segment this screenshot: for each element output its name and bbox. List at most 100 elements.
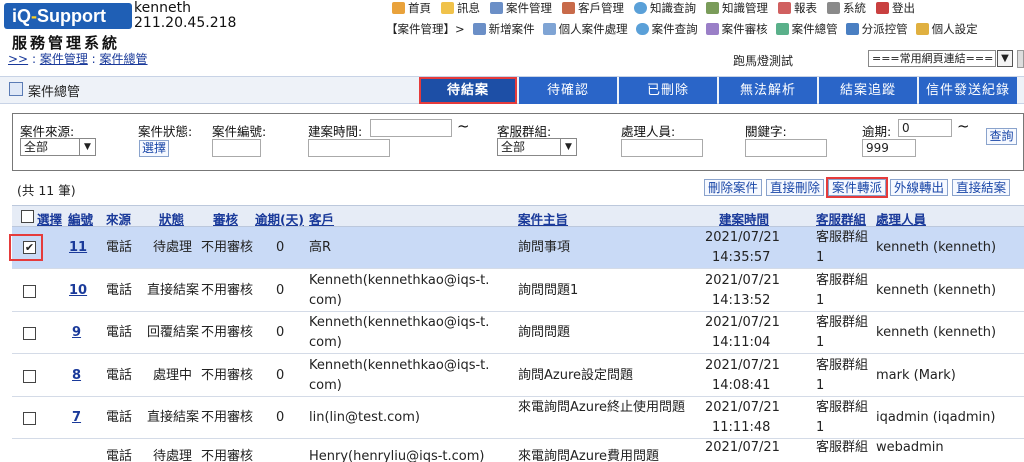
table-row[interactable]: 7 電話 直接結案 不用審核 0 lin(lin@test.com) 來電詢問A… [12, 397, 1024, 439]
col-status[interactable]: 狀態 [159, 209, 184, 228]
tab-unresolvable[interactable]: 無法解析 [719, 77, 817, 104]
col-customer[interactable]: 客戶 [309, 209, 334, 228]
handler-label: 處理人員: [621, 124, 676, 139]
chevron-down-icon: ▼ [560, 139, 576, 155]
handler-input[interactable] [621, 139, 703, 157]
overdue-from-input[interactable]: 0 [898, 119, 952, 137]
case-created-time: 14:08:41 [712, 378, 771, 393]
keyword-input[interactable] [745, 139, 827, 157]
created-from-input[interactable] [370, 119, 452, 137]
row-checkbox[interactable] [23, 370, 36, 383]
subnav-case-review[interactable]: 案件審核 [705, 21, 768, 37]
breadcrumb-case-overview[interactable]: 案件總管 [100, 52, 148, 66]
iq-support-logo[interactable]: iQ-Support [4, 3, 132, 29]
breadcrumb-case-management[interactable]: 案件管理 [40, 52, 88, 66]
col-review[interactable]: 審核 [213, 209, 238, 228]
case-status: 處理中 [153, 368, 193, 383]
source-select[interactable]: 全部 ▼ [20, 138, 96, 156]
search-button[interactable]: 查詢 [986, 128, 1017, 145]
case-number-input[interactable] [212, 139, 261, 157]
col-overdue[interactable]: 逾期(天) [255, 209, 304, 228]
row-checkbox[interactable] [23, 412, 36, 425]
breadcrumb-root-link[interactable]: >> [8, 52, 28, 66]
row-checkbox[interactable] [23, 327, 36, 340]
select-all-checkbox[interactable] [21, 210, 34, 223]
case-number-link[interactable]: 7 [72, 408, 81, 428]
table-row[interactable]: 9 電話 回覆結案 不用審核 0 Kenneth(kennethkao@iqs-… [12, 312, 1024, 354]
quick-links-select[interactable]: ===常用網頁連結=== [868, 50, 996, 67]
selection-highlight [9, 234, 43, 261]
page-title: 案件總管 [28, 85, 81, 100]
nav-case-management[interactable]: 案件管理 [490, 0, 552, 16]
chart-icon [778, 2, 791, 14]
subnav-personal-settings-label: 個人設定 [931, 22, 978, 36]
nav-customer-management[interactable]: 客戶管理 [562, 0, 624, 16]
nav-system[interactable]: 系統 [827, 0, 866, 16]
col-number[interactable]: 編號 [68, 209, 93, 228]
table-row[interactable]: ✔ 11 電話 待處理 不用審核 0 高R 詢問事項 2021/07/21 14… [12, 227, 1024, 269]
marquee-text: 跑馬燈測試 [733, 54, 794, 68]
tab-deleted[interactable]: 已刪除 [619, 77, 717, 104]
nav-messages[interactable]: 訊息 [441, 0, 480, 16]
direct-delete-button[interactable]: 直接刪除 [766, 179, 825, 196]
document-icon [490, 2, 503, 14]
col-subject[interactable]: 案件主旨 [518, 209, 568, 228]
nav-messages-label: 訊息 [457, 1, 480, 15]
case-customer: Kenneth(kennethkao@iqs-t.com) [309, 315, 490, 350]
tab-pending-close[interactable]: 待結案 [419, 77, 517, 104]
case-number-label: 案件編號: [212, 124, 267, 139]
case-group: 客服群組 [816, 358, 869, 373]
nav-reports[interactable]: 報表 [778, 0, 817, 16]
subnav-personal-cases[interactable]: 個人案件處理 [542, 21, 628, 37]
table-row[interactable]: 電話 待處理 不用審核 Henry(henryliu@iqs-t.com) 來電… [12, 439, 1024, 462]
case-subject: 來電詢問Azure終止使用問題 [518, 400, 686, 415]
created-to-input[interactable] [308, 139, 390, 157]
table-row[interactable]: 10 電話 直接結案 不用審核 0 Kenneth(kennethkao@iqs… [12, 269, 1024, 312]
envelope-icon [441, 2, 454, 14]
external-transfer-button[interactable]: 外線轉出 [890, 179, 949, 196]
top-nav: 首頁 訊息 案件管理 客戶管理 知識查詢 知識管理 報表 系統 登出 [392, 0, 915, 16]
case-handler: kenneth (kenneth) [876, 240, 997, 255]
subnav-case-overview[interactable]: 案件總管 [775, 21, 838, 37]
col-service-group[interactable]: 客服群組 [816, 209, 866, 228]
subnav-personal-settings[interactable]: 個人設定 [915, 21, 978, 37]
user-ip: 211.20.45.218 [134, 15, 237, 31]
col-select[interactable]: 選擇 [37, 209, 62, 228]
case-created-time: 14:13:52 [712, 293, 771, 308]
sub-nav: 【案件管理】> 新增案件 個人案件處理 案件查詢 案件審核 案件總管 分派控管 … [386, 21, 978, 37]
overdue-to-input[interactable]: 999 [862, 139, 916, 157]
row-checkbox[interactable] [23, 285, 36, 298]
subnav-dispatch-control-label: 分派控管 [861, 22, 908, 36]
case-number-link[interactable]: 8 [72, 366, 81, 386]
case-overdue: 0 [276, 283, 285, 298]
case-review: 不用審核 [201, 240, 254, 255]
subnav-new-case[interactable]: 新增案件 [472, 21, 535, 37]
subnav-dispatch-control[interactable]: 分派控管 [845, 21, 908, 37]
tab-email-log[interactable]: 信件發送紀錄 [919, 77, 1017, 104]
transfer-case-button[interactable]: 案件轉派 [826, 177, 889, 198]
case-number-link[interactable]: 11 [69, 238, 87, 258]
col-handler[interactable]: 處理人員 [876, 209, 926, 228]
table-row[interactable]: 8 電話 處理中 不用審核 0 Kenneth(kennethkao@iqs-t… [12, 354, 1024, 397]
case-created-date: 2021/07/21 [705, 440, 780, 455]
nav-logout[interactable]: 登出 [876, 0, 915, 16]
nav-knowledge-management[interactable]: 知識管理 [706, 0, 768, 16]
tab-pending-confirm[interactable]: 待確認 [519, 77, 617, 104]
case-number-link[interactable]: 9 [72, 323, 81, 343]
subnav-case-search[interactable]: 案件查詢 [635, 21, 698, 37]
quick-links-dropdown-button[interactable]: ▼ [997, 50, 1013, 67]
col-created-time[interactable]: 建案時間 [719, 209, 769, 228]
status-select-button[interactable]: 選擇 [139, 140, 169, 157]
tab-close-tracking[interactable]: 結案追蹤 [819, 77, 917, 104]
case-customer: 高R [309, 240, 332, 255]
case-number-link[interactable]: 10 [69, 281, 87, 301]
nav-home[interactable]: 首頁 [392, 0, 431, 16]
case-source: 電話 [106, 368, 133, 383]
service-group-select[interactable]: 全部 ▼ [497, 138, 577, 156]
users-icon [562, 2, 575, 14]
delete-case-button[interactable]: 刪除案件 [704, 179, 763, 196]
direct-close-button[interactable]: 直接結案 [952, 179, 1011, 196]
side-toggle-button[interactable] [1017, 50, 1024, 68]
case-overdue: 0 [276, 325, 285, 340]
nav-knowledge-search[interactable]: 知識查詢 [634, 0, 696, 16]
